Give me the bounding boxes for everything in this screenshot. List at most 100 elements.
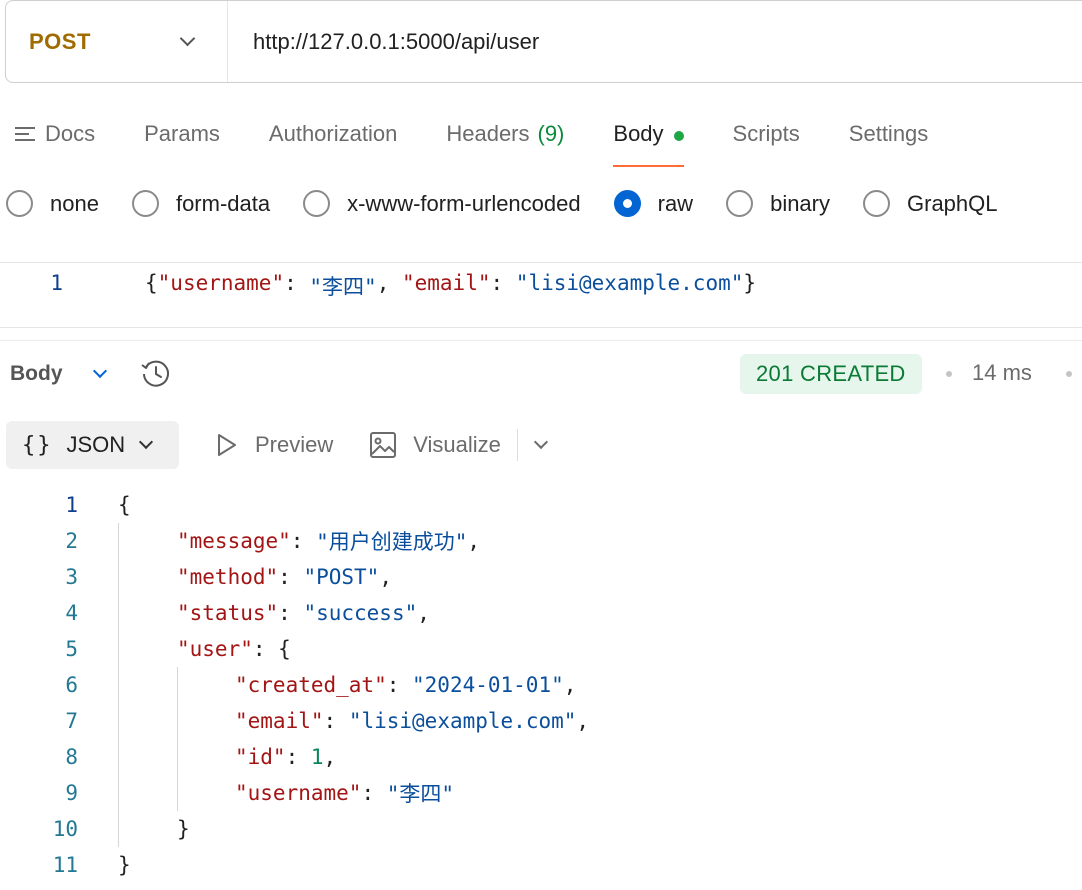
line-number: 1 xyxy=(50,271,63,295)
radio-raw-label: raw xyxy=(657,190,694,216)
code-line: 9 "username": "李四" xyxy=(0,775,1082,811)
json-string: "POST" xyxy=(303,565,380,589)
radio-graphql[interactable]: GraphQL xyxy=(863,190,998,217)
json-punct: } xyxy=(118,853,131,877)
method-select[interactable]: POST xyxy=(6,1,228,82)
json-entry: "email": "lisi@example.com", xyxy=(235,709,590,733)
request-body-editor[interactable]: 1 {"username": "李四", "email": "lisi@examp… xyxy=(0,262,1082,328)
code-line: 2 "message": "用户创建成功", xyxy=(0,523,1082,559)
tab-params[interactable]: Params xyxy=(144,113,220,167)
tab-scripts-label: Scripts xyxy=(732,121,800,146)
radio-circle-icon xyxy=(6,190,33,217)
json-punct: { xyxy=(145,271,158,295)
radio-circle-icon xyxy=(303,190,331,217)
preview-label: Preview xyxy=(255,432,334,457)
chevron-down-icon xyxy=(139,434,154,450)
tab-body-label: Body xyxy=(613,121,664,146)
radio-selected-icon xyxy=(613,190,641,217)
response-code-viewer[interactable]: 1 { 2 "message": "用户创建成功", 3 "method": "… xyxy=(0,487,1082,883)
radio-urlencoded-label: x-www-form-urlencoded xyxy=(347,190,581,216)
radio-circle-icon xyxy=(726,190,754,217)
tab-authorization-label: Authorization xyxy=(268,121,398,146)
response-body-label[interactable]: Body xyxy=(10,362,63,386)
json-key: "username" xyxy=(235,781,362,805)
request-tabs: Docs Params Authorization Headers (9) Bo… xyxy=(15,113,977,167)
json-key: "method" xyxy=(177,565,279,589)
radio-urlencoded[interactable]: x-www-form-urlencoded xyxy=(303,190,581,217)
visualize-button[interactable]: Visualize xyxy=(369,431,501,459)
tab-settings-label: Settings xyxy=(848,121,929,146)
code-line: 5 "user": { xyxy=(0,631,1082,667)
chevron-down-icon[interactable] xyxy=(533,434,548,450)
json-entry: "username": "李四" xyxy=(235,775,454,811)
divider xyxy=(0,340,1082,341)
line-number: 7 xyxy=(65,709,78,733)
visualize-label: Visualize xyxy=(413,432,501,457)
response-toolbar: {} JSON Preview Visualize xyxy=(6,421,548,469)
separator-dot-icon xyxy=(1066,371,1072,377)
preview-button[interactable]: Preview xyxy=(215,432,333,458)
tab-authorization[interactable]: Authorization xyxy=(269,113,397,167)
radio-circle-icon xyxy=(863,190,890,217)
json-key: "status" xyxy=(177,601,279,625)
tab-body[interactable]: Body xyxy=(613,113,684,167)
line-number: 2 xyxy=(65,529,78,553)
line-number: 10 xyxy=(52,817,78,841)
line-number: 8 xyxy=(65,745,78,769)
radio-form-data[interactable]: form-data xyxy=(131,190,271,217)
json-string: "李四" xyxy=(386,782,455,806)
status-badge: 201 CREATED xyxy=(740,354,922,394)
separator-dot-icon xyxy=(946,371,952,377)
json-key: "message" xyxy=(177,529,291,553)
radio-raw[interactable]: raw xyxy=(613,190,694,217)
url-input[interactable] xyxy=(228,1,1082,82)
body-type-radios: none form-data x-www-form-urlencoded raw… xyxy=(6,190,1031,217)
tab-settings[interactable]: Settings xyxy=(849,113,929,167)
request-url-bar: POST xyxy=(5,0,1082,83)
json-punct: : xyxy=(284,271,310,295)
json-punct: } xyxy=(743,271,757,295)
radio-none[interactable]: none xyxy=(6,190,99,217)
json-string: "李四" xyxy=(309,275,377,299)
json-punct: { xyxy=(118,493,131,517)
json-string: "lisi@example.com" xyxy=(348,709,577,733)
json-string: "success" xyxy=(303,601,418,625)
code-line: 10 } xyxy=(0,811,1082,847)
json-entry: "created_at": "2024-01-01", xyxy=(235,673,577,697)
format-select[interactable]: {} JSON xyxy=(6,421,179,469)
json-number: 1 xyxy=(310,745,324,769)
tab-headers-label: Headers xyxy=(446,121,530,146)
code-line: 3 "method": "POST", xyxy=(0,559,1082,595)
radio-graphql-label: GraphQL xyxy=(907,190,998,216)
json-entry: "user": { xyxy=(177,637,291,661)
line-number: 5 xyxy=(65,637,78,661)
json-key: "username" xyxy=(157,271,285,295)
tab-docs[interactable]: Docs xyxy=(15,113,95,167)
chevron-down-icon xyxy=(179,30,196,47)
code-line: 8 "id": 1, xyxy=(0,739,1082,775)
response-header: Body 201 CREATED 14 ms xyxy=(10,352,1082,396)
json-key: "email" xyxy=(235,709,324,733)
json-key: "id" xyxy=(235,745,286,769)
line-number: 3 xyxy=(65,565,78,589)
green-dot-icon xyxy=(673,131,684,141)
json-entry: "id": 1, xyxy=(235,745,337,769)
chevron-down-icon[interactable] xyxy=(92,363,107,379)
braces-icon: {} xyxy=(22,432,53,458)
tab-scripts[interactable]: Scripts xyxy=(733,113,800,167)
radio-binary[interactable]: binary xyxy=(726,190,830,217)
toolbar-separator xyxy=(516,429,518,461)
code-line: 11 } xyxy=(0,847,1082,883)
json-entry: "status": "success", xyxy=(177,601,430,625)
line-number: 11 xyxy=(52,853,78,877)
tab-headers[interactable]: Headers (9) xyxy=(446,113,564,167)
radio-form-data-label: form-data xyxy=(175,190,271,216)
line-number: 6 xyxy=(65,673,78,697)
history-icon[interactable] xyxy=(139,357,173,391)
code-line: 6 "created_at": "2024-01-01", xyxy=(0,667,1082,703)
radio-binary-label: binary xyxy=(770,190,830,216)
docs-lines-icon xyxy=(15,127,35,141)
line-number: 1 xyxy=(65,493,78,517)
json-string: "lisi@example.com" xyxy=(515,271,744,295)
json-punct: } xyxy=(177,817,190,841)
